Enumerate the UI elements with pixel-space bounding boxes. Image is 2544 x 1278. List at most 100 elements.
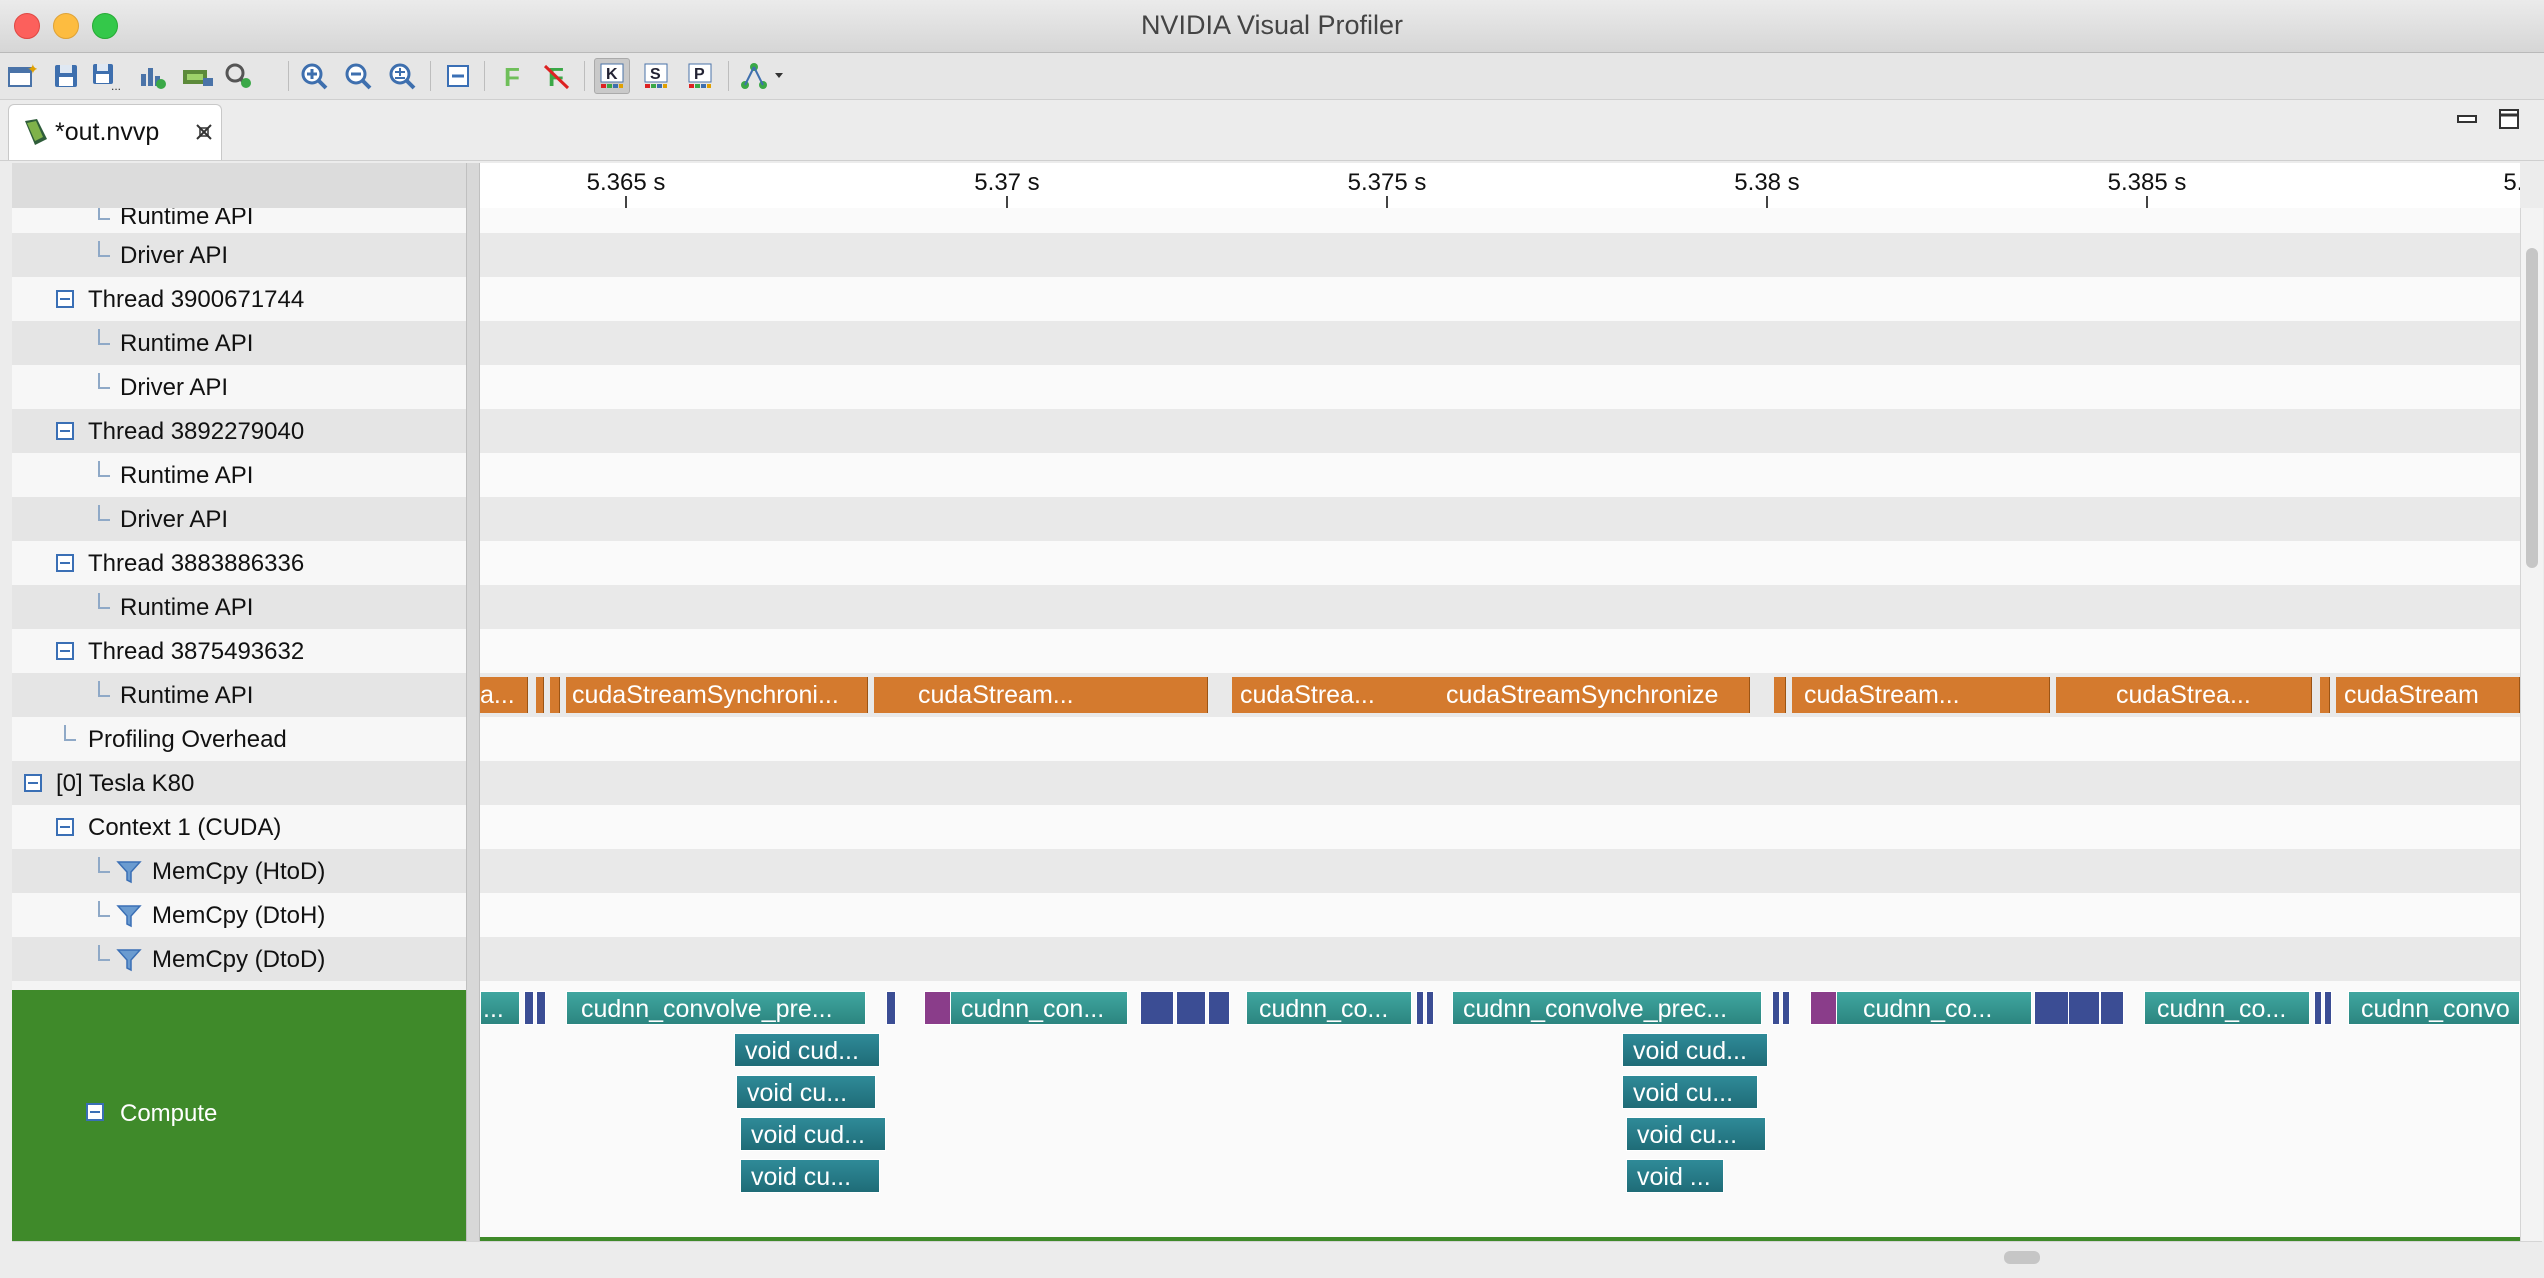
runtime-api-bar[interactable]: cudaStreamSynchroni... [566, 677, 868, 713]
sub-kernel-bar[interactable]: void cud... [1622, 1033, 1768, 1067]
sub-kernel-bar[interactable]: void cu... [1622, 1075, 1758, 1109]
clear-filter-icon[interactable]: F [538, 58, 574, 94]
sub-kernel-bar[interactable]: void cud... [734, 1033, 880, 1067]
kernel-bar[interactable]: cudnn_co... [2144, 991, 2310, 1025]
kernel-bar[interactable] [2314, 991, 2322, 1025]
sub-kernel-bar[interactable]: void ... [1626, 1159, 1724, 1193]
collapse-thread-icon[interactable] [56, 422, 74, 440]
tab-out-nvvp[interactable]: *out.nvvp [8, 104, 222, 160]
kernel-bar[interactable] [886, 991, 896, 1025]
close-tab-icon[interactable] [193, 121, 215, 148]
chart-icon[interactable] [134, 58, 170, 94]
runtime-api-bar[interactable]: cudaStrea... [2056, 677, 2312, 713]
kernel-bar[interactable] [2068, 991, 2100, 1025]
tree-row-runtime-api[interactable]: Runtime API [12, 208, 466, 233]
kernel-bar[interactable] [1772, 991, 1780, 1025]
kernel-bar[interactable] [1140, 991, 1174, 1025]
runtime-api-bar[interactable]: a... [480, 677, 528, 713]
dependency-icon[interactable] [738, 58, 790, 94]
runtime-api-bar[interactable] [536, 677, 544, 713]
collapse-context-icon[interactable] [56, 818, 74, 836]
runtime-api-bar[interactable]: cudaStream... [1792, 677, 2050, 713]
sessions-icon[interactable] [180, 58, 216, 94]
kernel-bar[interactable] [536, 991, 546, 1025]
save-as-icon[interactable]: ... [88, 58, 124, 94]
editor-tab-strip: *out.nvvp [0, 100, 2544, 161]
horizontal-scrollbar[interactable] [12, 1241, 2542, 1272]
sub-kernel-bar[interactable]: void cu... [1626, 1117, 1766, 1151]
runtime-api-bar[interactable] [550, 677, 560, 713]
runtime-api-bar[interactable] [1774, 677, 1786, 713]
kernel-bar[interactable] [2034, 991, 2070, 1025]
maximize-view-icon[interactable] [2498, 108, 2520, 135]
tree-row-thread[interactable]: Thread 3883886336 [12, 541, 466, 585]
kernel-bar[interactable]: cudnn_convolve_pre... [566, 991, 866, 1025]
tree-row-context[interactable]: Context 1 (CUDA) [12, 805, 466, 849]
kernel-bar[interactable]: cudnn_co... [1836, 991, 2032, 1025]
kernel-bar[interactable]: ... [480, 991, 520, 1025]
horizontal-scroll-thumb[interactable] [2004, 1251, 2040, 1264]
process-p-icon[interactable]: P [682, 58, 718, 94]
kernel-bar[interactable] [1782, 991, 1790, 1025]
tick-label: 5.3 [2503, 169, 2520, 196]
kernel-bar[interactable] [1208, 991, 1230, 1025]
tree-row-driver-api[interactable]: Driver API [12, 365, 466, 409]
kernel-bar[interactable] [1426, 991, 1434, 1025]
tree-row-memcpy-htod[interactable]: MemCpy (HtoD) [12, 849, 466, 893]
tree-row-device[interactable]: [0] Tesla K80 [12, 761, 466, 805]
kernel-bar[interactable]: cudnn_con... [950, 991, 1128, 1025]
tree-row-runtime-api[interactable]: Runtime API [12, 673, 466, 717]
zoom-out-icon[interactable] [340, 58, 376, 94]
tree-row-profiling-overhead[interactable]: Profiling Overhead [12, 717, 466, 761]
tree-row-thread[interactable]: Thread 3900671744 [12, 277, 466, 321]
zoom-in-icon[interactable] [296, 58, 332, 94]
collapse-thread-icon[interactable] [56, 554, 74, 572]
sub-kernel-bar[interactable]: void cu... [736, 1075, 876, 1109]
tree-row-runtime-api[interactable]: Runtime API [12, 453, 466, 497]
save-icon[interactable] [48, 58, 84, 94]
tree-row-thread[interactable]: Thread 3875493632 [12, 629, 466, 673]
kernel-k-icon[interactable]: K [594, 58, 630, 94]
kernel-bar[interactable] [2324, 991, 2332, 1025]
tree-row-runtime-api[interactable]: Runtime API [12, 321, 466, 365]
collapse-icon[interactable] [440, 58, 476, 94]
kernel-bar[interactable]: cudnn_convolve_prec... [1452, 991, 1762, 1025]
svg-text:S: S [650, 66, 661, 83]
tree-row-memcpy-dtoh[interactable]: MemCpy (DtoH) [12, 893, 466, 937]
tree-row-driver-api[interactable]: Driver API [12, 497, 466, 541]
runtime-api-bar[interactable] [2320, 677, 2330, 713]
vertical-scroll-thumb[interactable] [2526, 248, 2538, 568]
runtime-api-bar[interactable]: cudaStream [2336, 677, 2520, 713]
vertical-scrollbar[interactable] [2520, 208, 2543, 1241]
kernel-bar[interactable] [1176, 991, 1206, 1025]
filter-funnel-icon[interactable] [116, 904, 142, 933]
tree-row-thread[interactable]: Thread 3892279040 [12, 409, 466, 453]
runtime-api-bar[interactable]: cudaStreamSynchronize [1442, 677, 1750, 713]
tree-row-runtime-api[interactable]: Runtime API [12, 585, 466, 629]
kernel-bar[interactable]: cudnn_co... [1246, 991, 1412, 1025]
kernel-bar[interactable] [1416, 991, 1424, 1025]
settings-icon[interactable] [222, 58, 258, 94]
kernel-bar[interactable]: cudnn_convo [2348, 991, 2520, 1025]
sub-kernel-bar[interactable]: void cu... [740, 1159, 880, 1193]
new-session-icon[interactable]: ✦ [4, 58, 40, 94]
filter-icon[interactable]: F [494, 58, 530, 94]
panel-sash[interactable] [466, 163, 480, 1241]
tree-row-memcpy-dtod[interactable]: MemCpy (DtoD) [12, 937, 466, 981]
stream-s-icon[interactable]: S [638, 58, 674, 94]
filter-funnel-icon[interactable] [116, 948, 142, 977]
collapse-thread-icon[interactable] [56, 642, 74, 660]
collapse-device-icon[interactable] [24, 774, 42, 792]
zoom-fit-icon[interactable] [384, 58, 420, 94]
collapse-thread-icon[interactable] [56, 290, 74, 308]
sub-kernel-bar[interactable]: void cud... [740, 1117, 886, 1151]
tree-row-driver-api[interactable]: Driver API [12, 233, 466, 277]
runtime-api-bar[interactable]: cudaStream... [874, 677, 1208, 713]
kernel-bar[interactable] [2100, 991, 2124, 1025]
filter-funnel-icon[interactable] [116, 860, 142, 889]
svg-text:K: K [606, 66, 618, 83]
kernel-bar[interactable] [524, 991, 534, 1025]
collapse-compute-icon[interactable] [86, 1103, 104, 1121]
tree-row-compute[interactable]: Compute [12, 990, 466, 1241]
minimize-view-icon[interactable] [2456, 112, 2478, 131]
